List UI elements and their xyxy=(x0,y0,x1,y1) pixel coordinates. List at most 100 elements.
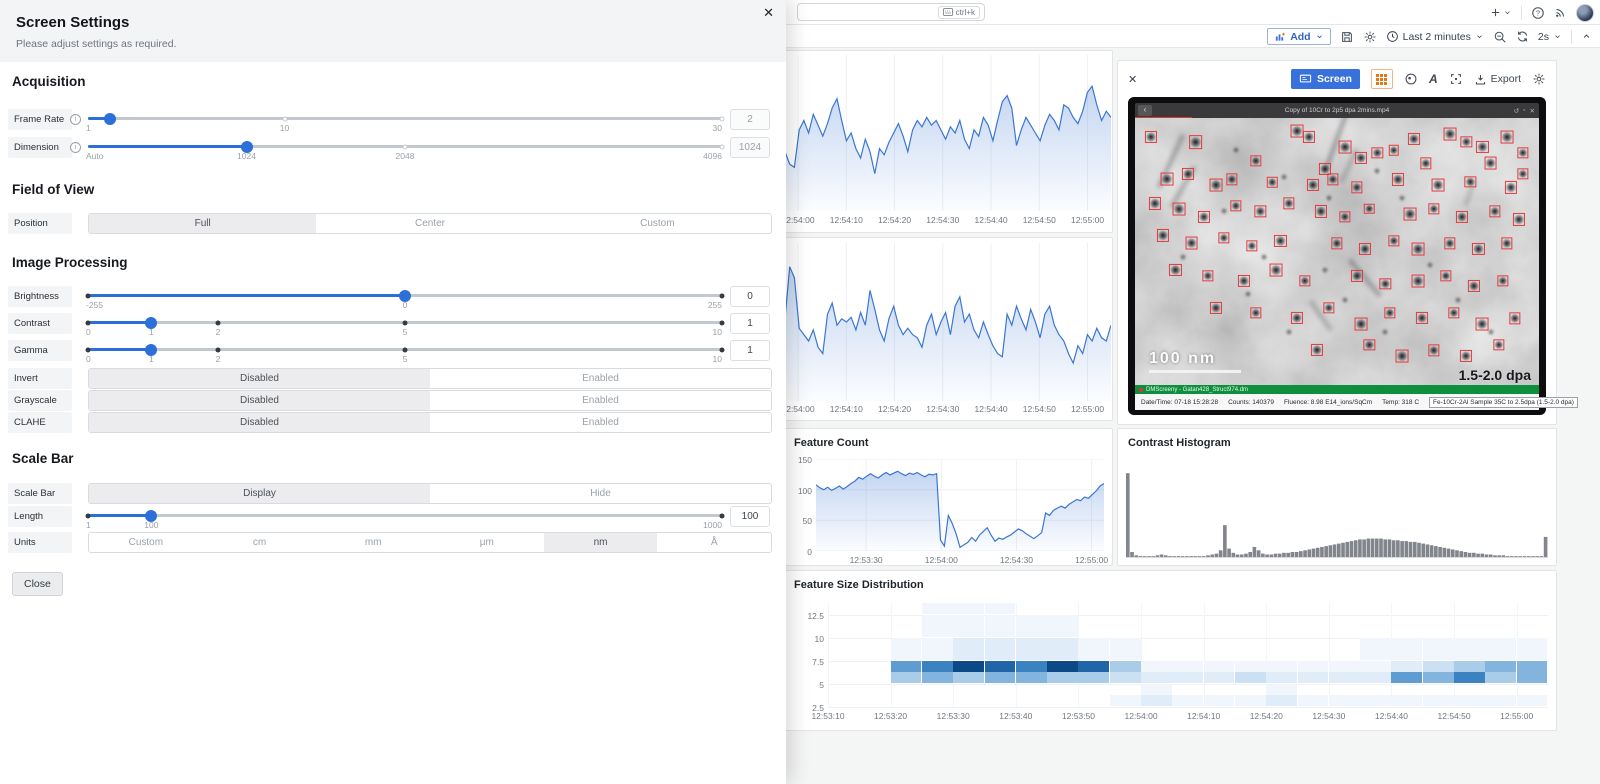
close-icon[interactable]: ✕ xyxy=(761,3,776,23)
panel-stream-b: 12:54:00 12:54:10 12:54:20 12:54:30 12:54:40… xyxy=(781,237,1113,421)
refresh-icon[interactable] xyxy=(1516,30,1529,43)
feature-bbox xyxy=(1149,197,1162,210)
refresh-interval-picker[interactable]: 2s xyxy=(1538,31,1562,43)
focus-capture-icon[interactable] xyxy=(1449,72,1463,86)
dimension-slider[interactable]: Auto 1024 2048 4096 xyxy=(86,135,725,161)
panel-contrast-histogram: Contrast Histogram xyxy=(1117,428,1557,566)
collapse-toolbar-icon[interactable] xyxy=(1581,31,1592,42)
length-slider[interactable]: 1 100 1000 xyxy=(85,504,725,530)
slider-track[interactable] xyxy=(85,289,725,302)
feature-bbox xyxy=(1267,176,1278,188)
segment-option-disabled[interactable]: Disabled xyxy=(89,391,430,410)
segment-option-å[interactable]: Å xyxy=(657,533,771,552)
feature-bbox xyxy=(1299,275,1311,287)
x-tick-label: 12:53:50 xyxy=(1061,711,1095,721)
segment-option-cm[interactable]: cm xyxy=(203,533,317,552)
x-tick-label: 12:55:00 xyxy=(1075,555,1109,565)
dark-spot xyxy=(1232,146,1240,154)
help-icon[interactable]: ? xyxy=(1531,6,1545,20)
brightness-value[interactable]: 0 xyxy=(730,286,770,307)
clahe-label: CLAHE xyxy=(8,412,72,433)
heatmap-cell xyxy=(1297,672,1329,684)
add-panel-button[interactable]: Add xyxy=(1267,28,1331,45)
window-controls[interactable]: ↺ ▫ ✕ xyxy=(1514,107,1539,115)
time-range-picker[interactable]: Last 2 minutes xyxy=(1386,30,1484,43)
segment-option-enabled[interactable]: Enabled xyxy=(430,369,771,388)
scale-bar-segmented-control: Display Hide xyxy=(88,483,772,504)
feature-bbox xyxy=(1388,144,1399,156)
overlay-grid-button[interactable] xyxy=(1370,69,1393,89)
feature-bbox xyxy=(1314,205,1327,218)
close-icon[interactable]: ✕ xyxy=(1128,73,1137,86)
search-input[interactable]: ctrl+k xyxy=(797,3,985,21)
screen-mode-button[interactable]: Screen xyxy=(1290,69,1360,89)
close-button[interactable]: Close xyxy=(12,572,63,596)
heatmap-cell xyxy=(1485,637,1517,661)
slider-tick-label: 1 xyxy=(86,520,91,530)
gamma-value[interactable]: 1 xyxy=(730,340,770,361)
segment-option-mm[interactable]: mm xyxy=(316,533,430,552)
sample-description: Fe-10Cr-2Al Sample 35C to 2.5dpa (1.5-2.… xyxy=(1429,396,1578,408)
text-tool-icon[interactable]: A xyxy=(1429,72,1438,86)
contrast-value[interactable]: 1 xyxy=(730,313,770,334)
feature-bbox xyxy=(1185,237,1199,250)
section-heading-image-processing: Image Processing xyxy=(12,255,128,270)
slider-track[interactable] xyxy=(88,112,725,125)
dimension-value[interactable]: 1024 xyxy=(730,137,770,158)
segment-option-enabled[interactable]: Enabled xyxy=(430,391,771,410)
heatmap-y-axis: 12.5 10 7.5 5 2.5 xyxy=(798,603,824,713)
feature-bbox xyxy=(1226,173,1238,186)
segment-option-center[interactable]: Center xyxy=(316,214,543,233)
feature-bounding-boxes xyxy=(1135,118,1539,385)
heatmap-cell xyxy=(1266,695,1298,707)
video-titlebar: ‹ Copy of 10Cr to 2p5 dpa 2mins.mp4 ↺ ▫ ✕ xyxy=(1135,103,1539,119)
segment-option-disabled[interactable]: Disabled xyxy=(89,369,430,388)
slider-track[interactable] xyxy=(85,509,725,522)
scale-bar-text: 100 nm xyxy=(1149,350,1217,367)
dark-spot xyxy=(1426,261,1434,269)
heatmap-cell xyxy=(1360,695,1391,707)
segment-option-full[interactable]: Full xyxy=(89,214,317,233)
frame-rate-slider[interactable]: 1 10 30 xyxy=(86,107,725,133)
slider-track[interactable] xyxy=(85,316,725,329)
contrast-slider[interactable]: 0 1 2 5 10 xyxy=(85,311,725,337)
segment-option-custom[interactable]: Custom xyxy=(89,533,203,552)
brightness-slider[interactable]: -255 0 255 xyxy=(85,284,725,310)
segment-option-custom[interactable]: Custom xyxy=(544,214,771,233)
frame-rate-value[interactable]: 2 xyxy=(730,109,770,130)
segment-option-display[interactable]: Display xyxy=(89,484,430,503)
slider-tick-label: 1 xyxy=(86,123,91,133)
heatmap-cell xyxy=(1454,637,1485,661)
dashboard-settings-icon[interactable] xyxy=(1363,30,1377,44)
panel-title: Feature Size Distribution xyxy=(794,579,924,591)
dark-spot xyxy=(1341,296,1349,304)
feature-bbox xyxy=(1238,274,1251,287)
segment-option-enabled[interactable]: Enabled xyxy=(430,413,771,432)
segment-option-nm[interactable]: nm xyxy=(543,533,658,552)
time-range-label: Last 2 minutes xyxy=(1402,30,1471,43)
brightness-label: Brightness xyxy=(8,286,72,307)
heatmap-cell xyxy=(1391,660,1423,672)
news-rss-icon[interactable] xyxy=(1554,6,1567,19)
slider-track[interactable] xyxy=(85,343,725,356)
gamma-slider[interactable]: 0 1 2 5 10 xyxy=(85,338,725,364)
slider-tick-dot xyxy=(719,320,725,325)
segment-option-μm[interactable]: μm xyxy=(430,533,544,552)
color-overlay-icon[interactable] xyxy=(1404,72,1418,86)
segment-option-disabled[interactable]: Disabled xyxy=(89,413,430,432)
feature-bbox xyxy=(1338,140,1352,154)
zoom-out-icon[interactable] xyxy=(1493,30,1507,44)
panel-title: Contrast Histogram xyxy=(1128,437,1231,449)
slider-tick-label: 5 xyxy=(402,327,408,337)
segment-option-hide[interactable]: Hide xyxy=(430,484,771,503)
save-dashboard-icon[interactable] xyxy=(1340,30,1354,44)
panel-settings-icon[interactable] xyxy=(1532,72,1546,86)
avatar[interactable] xyxy=(1576,3,1594,22)
export-button[interactable]: Export xyxy=(1474,73,1521,86)
new-menu-button[interactable] xyxy=(1489,6,1512,19)
length-value[interactable]: 100 xyxy=(730,506,770,527)
feature-bbox xyxy=(1501,237,1513,250)
slider-track[interactable] xyxy=(88,140,725,153)
dark-spot xyxy=(1220,207,1228,215)
divider xyxy=(1521,5,1522,20)
